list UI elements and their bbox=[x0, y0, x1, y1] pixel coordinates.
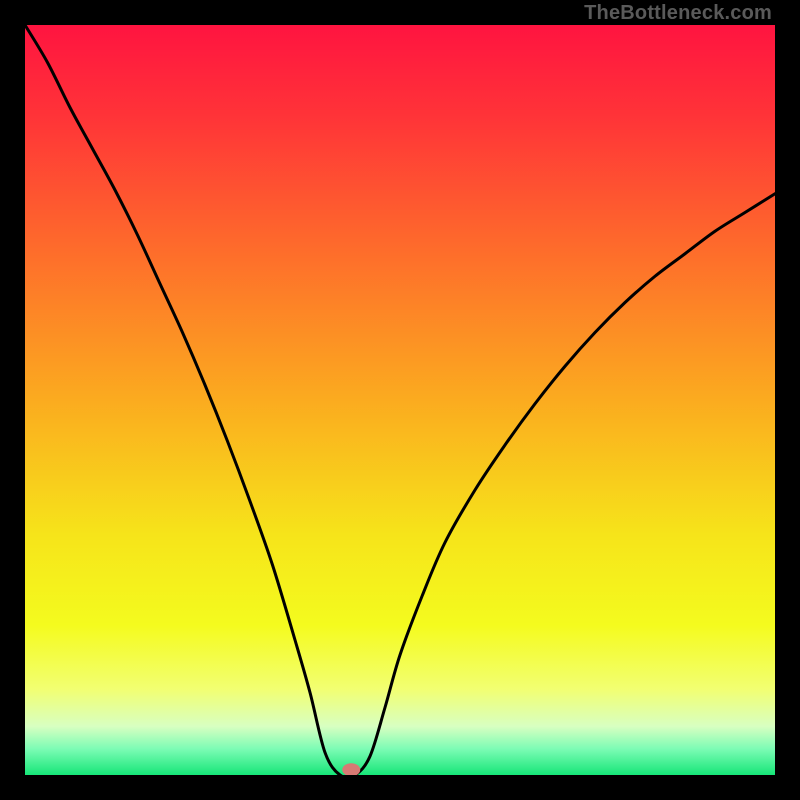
gradient-background bbox=[25, 25, 775, 775]
chart-svg bbox=[25, 25, 775, 775]
plot-area bbox=[25, 25, 775, 775]
watermark-text: TheBottleneck.com bbox=[584, 2, 772, 25]
chart-frame: TheBottleneck.com bbox=[0, 0, 800, 800]
